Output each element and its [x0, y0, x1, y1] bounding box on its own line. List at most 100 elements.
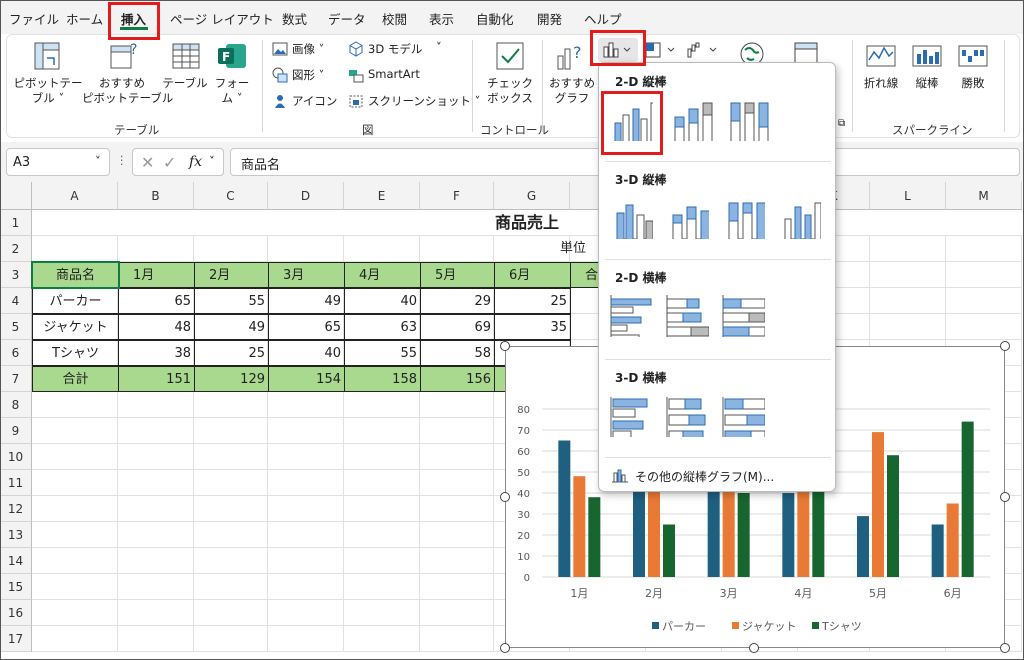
column-header[interactable]: A	[32, 182, 118, 210]
screenshot-button[interactable]: スクリーンショット ˅	[348, 92, 480, 110]
cell[interactable]	[118, 392, 194, 418]
product-name-cell[interactable]: パーカー	[32, 288, 119, 314]
stacked-column-option[interactable]	[667, 95, 713, 141]
resize-handle[interactable]	[1000, 341, 1010, 351]
cell[interactable]	[32, 548, 118, 574]
total-label-cell[interactable]: 合計	[32, 366, 119, 392]
value-cell[interactable]: 25	[194, 340, 269, 366]
cell[interactable]	[32, 574, 118, 600]
column-header[interactable]: F	[420, 182, 494, 210]
cell[interactable]	[194, 522, 268, 548]
cell[interactable]	[118, 236, 194, 262]
cell[interactable]	[32, 522, 118, 548]
sparkline-column-button[interactable]: 縦棒	[906, 40, 948, 100]
column-header[interactable]: D	[268, 182, 344, 210]
table-header-cell[interactable]: 5月	[420, 262, 495, 288]
cell[interactable]	[946, 288, 1022, 314]
tab-data[interactable]: データ	[328, 9, 366, 28]
select-all-corner[interactable]	[0, 182, 32, 210]
row-header[interactable]: 15	[0, 574, 32, 600]
product-name-cell[interactable]: ジャケット	[32, 314, 119, 340]
resize-handle[interactable]	[1000, 492, 1010, 502]
cell[interactable]	[118, 418, 194, 444]
row-header[interactable]: 16	[0, 600, 32, 626]
cell[interactable]	[946, 236, 1022, 262]
value-cell[interactable]: 48	[118, 314, 195, 340]
table-header-cell[interactable]: 2月	[194, 262, 269, 288]
cell[interactable]	[344, 236, 420, 262]
100-stacked-bar-option[interactable]	[719, 291, 765, 337]
cell[interactable]	[194, 626, 268, 652]
3d-model-button[interactable]: 3D モデル ˅	[348, 40, 448, 58]
cell[interactable]	[268, 574, 344, 600]
tab-file[interactable]: ファイル	[9, 9, 59, 28]
sparkline-winloss-button[interactable]: 勝敗	[950, 40, 996, 100]
cell[interactable]	[118, 470, 194, 496]
cell[interactable]	[118, 496, 194, 522]
checkbox-button[interactable]: チェック ボックス	[484, 40, 536, 120]
cell[interactable]	[420, 496, 494, 522]
tab-review[interactable]: 校閲	[382, 9, 407, 28]
shapes-button[interactable]: 図形 ˅	[272, 66, 342, 84]
cell[interactable]	[420, 600, 494, 626]
cell[interactable]	[268, 626, 344, 652]
tab-developer[interactable]: 開発	[537, 9, 562, 28]
cell[interactable]	[194, 574, 268, 600]
cell[interactable]	[420, 574, 494, 600]
cell[interactable]	[194, 548, 268, 574]
enter-icon[interactable]: ✓	[163, 153, 176, 172]
cell[interactable]	[118, 600, 194, 626]
cell[interactable]	[32, 418, 118, 444]
cancel-icon[interactable]: ✕	[141, 153, 154, 172]
value-cell[interactable]: 69	[420, 314, 495, 340]
cell[interactable]	[344, 600, 420, 626]
cell[interactable]	[344, 548, 420, 574]
value-cell[interactable]: 65	[268, 314, 345, 340]
row-header[interactable]: 8	[0, 392, 32, 418]
total-value-cell[interactable]: 154	[268, 366, 345, 392]
cell[interactable]	[32, 496, 118, 522]
forms-button[interactable]: F フォーム ˅	[210, 40, 254, 120]
product-name-cell[interactable]: Tシャツ	[32, 340, 119, 366]
3d-clustered-bar-option[interactable]	[607, 391, 653, 437]
cell[interactable]	[268, 236, 344, 262]
table-header-cell[interactable]: 4月	[344, 262, 421, 288]
row-header[interactable]: 1	[0, 210, 32, 236]
cell[interactable]	[32, 444, 118, 470]
cell[interactable]	[32, 236, 118, 262]
cell[interactable]	[194, 418, 268, 444]
cell[interactable]	[194, 470, 268, 496]
value-cell[interactable]: 58	[420, 340, 495, 366]
cell[interactable]	[420, 418, 494, 444]
cell[interactable]	[420, 444, 494, 470]
cell[interactable]	[420, 236, 494, 262]
3d-100-stacked-column-option[interactable]	[719, 193, 765, 239]
cell[interactable]	[344, 418, 420, 444]
clustered-bar-option[interactable]	[607, 291, 653, 337]
cell[interactable]	[344, 626, 420, 652]
cell[interactable]	[420, 470, 494, 496]
row-header[interactable]: 13	[0, 522, 32, 548]
value-cell[interactable]: 35	[494, 314, 571, 340]
recommended-pivot-button[interactable]: ? おすすめ ピボットテーブル	[82, 40, 173, 120]
cell[interactable]	[32, 470, 118, 496]
row-header[interactable]: 5	[0, 314, 32, 340]
cell[interactable]	[118, 574, 194, 600]
cell[interactable]	[420, 626, 494, 652]
cell[interactable]	[268, 522, 344, 548]
resize-handle[interactable]	[1000, 643, 1010, 653]
total-value-cell[interactable]: 156	[420, 366, 495, 392]
cell[interactable]	[420, 548, 494, 574]
cell[interactable]	[268, 444, 344, 470]
icons-button[interactable]: アイコン	[272, 92, 342, 110]
value-cell[interactable]: 55	[194, 288, 269, 314]
table-header-cell[interactable]: 6月	[494, 262, 571, 288]
3d-100-stacked-bar-option[interactable]	[719, 391, 765, 437]
cell[interactable]	[420, 522, 494, 548]
cell[interactable]	[32, 392, 118, 418]
value-cell[interactable]: 55	[344, 340, 421, 366]
row-header[interactable]: 6	[0, 340, 32, 366]
cell[interactable]	[118, 626, 194, 652]
cell[interactable]	[194, 444, 268, 470]
cell[interactable]	[268, 392, 344, 418]
